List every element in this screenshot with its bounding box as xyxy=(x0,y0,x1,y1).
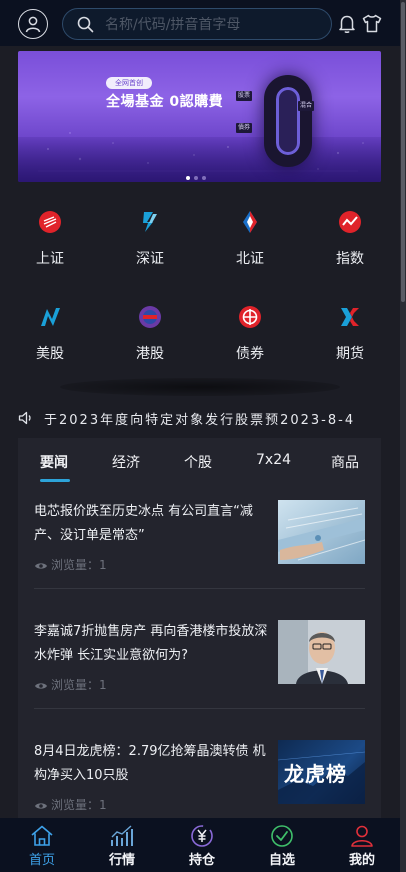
market-sse[interactable]: 上证 xyxy=(0,200,100,280)
bond-icon xyxy=(239,306,261,328)
user-icon xyxy=(351,825,373,847)
hk-stock-icon xyxy=(139,306,161,328)
tab-economy[interactable]: 经济 xyxy=(112,452,140,472)
longhubang-photo: 龙虎榜 xyxy=(278,740,365,804)
search-bar[interactable] xyxy=(62,8,332,40)
yen-icon xyxy=(191,825,213,847)
eye-icon xyxy=(35,803,47,809)
sse-icon xyxy=(39,211,61,233)
nav-label: 持仓 xyxy=(188,853,215,868)
market-label: 债券 xyxy=(236,346,264,362)
active-tab-indicator xyxy=(40,479,70,482)
divider xyxy=(34,708,365,709)
nav-label: 我的 xyxy=(348,853,375,868)
market-hk[interactable]: 港股 xyxy=(100,295,200,375)
bottom-nav: 首页 行情 持仓 自选 我的 xyxy=(0,818,400,872)
nav-holdings[interactable]: 持仓 xyxy=(162,818,242,872)
news-item[interactable]: 电芯报价跌至历史冰点 有公司直言“减产、没订单是常态” 浏览量：1 xyxy=(18,484,381,604)
zero-graphic xyxy=(264,75,312,167)
us-stock-icon xyxy=(41,308,60,326)
view-count: 浏览量：1 xyxy=(34,796,107,813)
carousel-dots[interactable] xyxy=(186,165,210,184)
nav-market[interactable]: 行情 xyxy=(82,818,162,872)
banner-tag: 全网首创 xyxy=(106,77,152,89)
szse-icon xyxy=(143,212,157,232)
grid-shadow xyxy=(60,378,340,396)
market-futures[interactable]: 期货 xyxy=(300,295,400,375)
banner-label-mixed: 混合 xyxy=(298,101,315,111)
news-title: 电芯报价跌至历史冰点 有公司直言“减产、没订单是常态” xyxy=(34,504,253,543)
views-value: 1 xyxy=(99,678,107,692)
index-icon xyxy=(339,211,361,233)
portrait-photo xyxy=(278,620,365,684)
notice-ticker[interactable]: 于2023年度向特定对象发行股票预2023-8-4 xyxy=(18,406,382,430)
market-us[interactable]: 美股 xyxy=(0,295,100,375)
market-label: 深证 xyxy=(136,251,164,267)
eye-icon xyxy=(35,683,47,689)
home-icon xyxy=(31,825,53,846)
market-label: 上证 xyxy=(36,251,64,267)
news-tabs: 要闻 经济 个股 7x24 商品 xyxy=(18,438,381,484)
market-label: 港股 xyxy=(136,346,164,362)
tab-7x24[interactable]: 7x24 xyxy=(256,452,291,468)
market-szse[interactable]: 深证 xyxy=(100,200,200,280)
bell-icon[interactable] xyxy=(338,14,356,33)
top-bar xyxy=(0,0,400,46)
views-label: 浏览量： xyxy=(51,558,100,572)
carousel-dot[interactable] xyxy=(186,176,190,180)
market-label: 指数 xyxy=(336,251,364,267)
nav-home[interactable]: 首页 xyxy=(2,818,82,872)
nav-watchlist[interactable]: 自选 xyxy=(242,818,322,872)
chart-icon xyxy=(111,825,133,846)
banner-title: 全場基金 0認購費 xyxy=(106,94,224,110)
nav-label: 首页 xyxy=(28,853,55,868)
views-value: 1 xyxy=(99,558,107,572)
speaker-icon xyxy=(18,411,31,425)
eye-icon xyxy=(35,563,47,569)
futures-icon xyxy=(341,308,359,326)
notice-text: 于2023年度向特定对象发行股票预2023-8-4 xyxy=(44,413,356,428)
view-count: 浏览量：1 xyxy=(34,556,107,573)
check-icon xyxy=(271,825,293,847)
scrollbar[interactable] xyxy=(400,0,406,872)
search-icon xyxy=(77,16,94,33)
news-item[interactable]: 8月4日龙虎榜：2.79亿抢筹晶澳转债 机构净买入10只股 浏览量：1 龙虎榜 xyxy=(18,724,381,818)
views-label: 浏览量： xyxy=(51,798,100,812)
carousel-dot[interactable] xyxy=(202,176,206,180)
views-label: 浏览量： xyxy=(51,678,100,692)
market-label: 北证 xyxy=(236,251,264,267)
news-card: 要闻 经济 个股 7x24 商品 电芯报价跌至历史冰点 有公司直言“减产、没订单… xyxy=(18,438,381,818)
promo-banner[interactable]: 全网首创 全場基金 0認購費 股票 混合 債券 xyxy=(18,51,381,182)
market-label: 期货 xyxy=(336,346,364,362)
tab-commodities[interactable]: 商品 xyxy=(331,452,359,472)
banner-label-stock: 股票 xyxy=(236,91,253,101)
market-index[interactable]: 指数 xyxy=(300,200,400,280)
market-bse[interactable]: 北证 xyxy=(200,200,300,280)
nav-profile[interactable]: 我的 xyxy=(322,818,402,872)
market-bond[interactable]: 债券 xyxy=(200,295,300,375)
banner-label-bond: 債券 xyxy=(236,123,253,133)
bse-icon xyxy=(243,211,257,233)
shirt-icon[interactable] xyxy=(362,14,382,33)
carousel-dot[interactable] xyxy=(194,176,198,180)
nav-label: 行情 xyxy=(108,853,135,868)
tab-stocks[interactable]: 个股 xyxy=(184,452,212,472)
divider xyxy=(34,588,365,589)
scrollbar-thumb[interactable] xyxy=(401,2,405,302)
view-count: 浏览量：1 xyxy=(34,676,107,693)
nav-label: 自选 xyxy=(268,853,295,868)
views-value: 1 xyxy=(99,798,107,812)
battery-photo xyxy=(278,500,365,564)
user-icon[interactable] xyxy=(18,9,48,39)
tab-headlines[interactable]: 要闻 xyxy=(40,452,68,472)
news-title: 8月4日龙虎榜：2.79亿抢筹晶澳转债 机构净买入10只股 xyxy=(34,744,266,783)
news-item[interactable]: 李嘉诚7折抛售房产 再向香港楼市投放深水炸弹 长江实业意欲何为? 浏览量：1 xyxy=(18,604,381,724)
search-input[interactable] xyxy=(105,14,315,36)
market-label: 美股 xyxy=(36,346,64,362)
news-title: 李嘉诚7折抛售房产 再向香港楼市投放深水炸弹 长江实业意欲何为? xyxy=(34,624,268,663)
thumb-caption: 龙虎榜 xyxy=(284,762,347,786)
